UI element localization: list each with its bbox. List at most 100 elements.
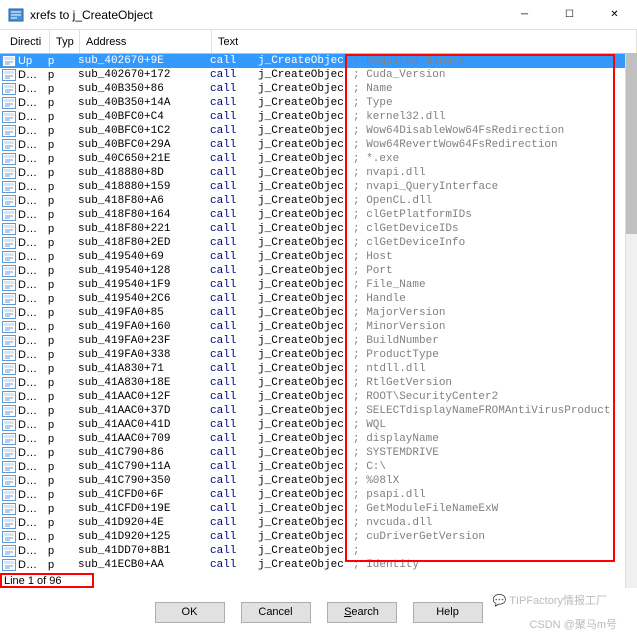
- header-direction[interactable]: Directi: [4, 30, 50, 53]
- table-row[interactable]: D…psub_419540+128callj_CreateObjec; Port: [0, 264, 625, 278]
- cancel-button[interactable]: Cancel: [241, 602, 311, 623]
- cell-address: sub_41CFD0+19E: [78, 503, 210, 515]
- cell-target: j_CreateObjec: [258, 405, 353, 417]
- table-row[interactable]: D…psub_419540+69callj_CreateObjec; Host: [0, 250, 625, 264]
- table-row[interactable]: D…psub_40B350+14Acallj_CreateObjec; Type: [0, 96, 625, 110]
- table-row[interactable]: D…psub_41A830+71callj_CreateObjec; ntdll…: [0, 362, 625, 376]
- cell-instr: call: [210, 531, 258, 543]
- cell-instr: call: [210, 447, 258, 459]
- table-row[interactable]: D…psub_41C790+350callj_CreateObjec; %08l…: [0, 474, 625, 488]
- table-row[interactable]: D…psub_419FA0+23Fcallj_CreateObjec; Buil…: [0, 334, 625, 348]
- cell-type: p: [48, 363, 78, 375]
- table-row[interactable]: D…psub_41C790+86callj_CreateObjec; SYSTE…: [0, 446, 625, 460]
- cell-target: j_CreateObjec: [258, 195, 353, 207]
- table-row[interactable]: D…psub_419540+2C6callj_CreateObjec; Hand…: [0, 292, 625, 306]
- scrollbar-thumb[interactable]: [626, 54, 637, 234]
- cell-target: j_CreateObjec: [258, 419, 353, 431]
- cell-string: ; displayName: [353, 433, 625, 445]
- table-row[interactable]: D…psub_41DD70+8B1callj_CreateObjec;: [0, 544, 625, 558]
- table-row[interactable]: D…psub_418880+159callj_CreateObjec; nvap…: [0, 180, 625, 194]
- xref-icon: [0, 195, 18, 207]
- cell-instr: call: [210, 433, 258, 445]
- table-row[interactable]: D…psub_40BFC0+C4callj_CreateObjec; kerne…: [0, 110, 625, 124]
- table-row[interactable]: D…psub_402670+172callj_CreateObjec; Cuda…: [0, 68, 625, 82]
- table-row[interactable]: D…psub_40C650+21Ecallj_CreateObjec; *.ex…: [0, 152, 625, 166]
- table-row[interactable]: D…psub_419FA0+85callj_CreateObjec; Major…: [0, 306, 625, 320]
- cell-type: p: [48, 97, 78, 109]
- maximize-button[interactable]: ☐: [547, 0, 592, 29]
- cell-address: sub_418880+8D: [78, 167, 210, 179]
- cell-direction: D…: [18, 209, 48, 221]
- cell-instr: call: [210, 335, 258, 347]
- table-row[interactable]: D…psub_418880+8Dcallj_CreateObjec; nvapi…: [0, 166, 625, 180]
- xref-icon: [0, 307, 18, 319]
- cell-string: ; Identity: [353, 559, 625, 571]
- cell-instr: call: [210, 195, 258, 207]
- table-row[interactable]: D…psub_41AAC0+709callj_CreateObjec; disp…: [0, 432, 625, 446]
- cell-direction: D…: [18, 433, 48, 445]
- header-text[interactable]: Text: [212, 30, 637, 53]
- cell-type: p: [48, 433, 78, 445]
- cell-string: ; %08lX: [353, 475, 625, 487]
- cell-instr: call: [210, 419, 258, 431]
- cell-instr: call: [210, 545, 258, 557]
- table-row[interactable]: D…psub_41AAC0+12Fcallj_CreateObjec; ROOT…: [0, 390, 625, 404]
- watermark-2: CSDN @聚马m号: [529, 616, 617, 632]
- table-row[interactable]: Uppsub_402670+9Ecallj_CreateObjec; Requi…: [0, 54, 625, 68]
- table-row[interactable]: D…psub_41AAC0+37Dcallj_CreateObjec; SELE…: [0, 404, 625, 418]
- cell-instr: call: [210, 321, 258, 333]
- search-button[interactable]: Search: [327, 602, 397, 623]
- cell-string: ; WQL: [353, 419, 625, 431]
- help-button[interactable]: Help: [413, 602, 483, 623]
- xref-icon: [0, 433, 18, 445]
- minimize-button[interactable]: ─: [502, 0, 547, 29]
- cell-target: j_CreateObjec: [258, 475, 353, 487]
- table-row[interactable]: D…psub_419FA0+338callj_CreateObjec; Prod…: [0, 348, 625, 362]
- table-row[interactable]: D…psub_419540+1F9callj_CreateObjec; File…: [0, 278, 625, 292]
- ok-button[interactable]: OK: [155, 602, 225, 623]
- cell-string: ; cuDriverGetVersion: [353, 531, 625, 543]
- table-row[interactable]: D…psub_41CFD0+19Ecallj_CreateObjec; GetM…: [0, 502, 625, 516]
- cell-address: sub_418F80+164: [78, 209, 210, 221]
- xref-list[interactable]: Uppsub_402670+9Ecallj_CreateObjec; Requi…: [0, 54, 625, 588]
- table-row[interactable]: D…psub_40BFC0+1C2callj_CreateObjec; Wow6…: [0, 124, 625, 138]
- cell-type: p: [48, 139, 78, 151]
- cell-type: p: [48, 111, 78, 123]
- cell-string: ; Host: [353, 251, 625, 263]
- table-row[interactable]: D…psub_41ECB0+AAcallj_CreateObjec; Ident…: [0, 558, 625, 572]
- xref-icon: [0, 139, 18, 151]
- table-row[interactable]: D…psub_419FA0+160callj_CreateObjec; Mino…: [0, 320, 625, 334]
- table-row[interactable]: D…psub_41CFD0+6Fcallj_CreateObjec; psapi…: [0, 488, 625, 502]
- cell-target: j_CreateObjec: [258, 321, 353, 333]
- xref-icon: [0, 503, 18, 515]
- close-button[interactable]: ✕: [592, 0, 637, 29]
- cell-type: p: [48, 181, 78, 193]
- cell-address: sub_41CFD0+6F: [78, 489, 210, 501]
- cell-string: ; clGetPlatformIDs: [353, 209, 625, 221]
- table-row[interactable]: D…psub_41D920+4Ecallj_CreateObjec; nvcud…: [0, 516, 625, 530]
- cell-instr: call: [210, 405, 258, 417]
- table-row[interactable]: D…psub_418F80+A6callj_CreateObjec; OpenC…: [0, 194, 625, 208]
- cell-address: sub_418F80+A6: [78, 195, 210, 207]
- header-type[interactable]: Typ: [50, 30, 80, 53]
- cell-address: sub_41D920+4E: [78, 517, 210, 529]
- scrollbar[interactable]: [625, 54, 637, 588]
- cell-direction: D…: [18, 181, 48, 193]
- table-row[interactable]: D…psub_40B350+86callj_CreateObjec; Name: [0, 82, 625, 96]
- cell-target: j_CreateObjec: [258, 349, 353, 361]
- table-row[interactable]: D…psub_418F80+2EDcallj_CreateObjec; clGe…: [0, 236, 625, 250]
- xref-icon: [0, 181, 18, 193]
- cell-string: ; Cuda_Version: [353, 69, 625, 81]
- table-row[interactable]: D…psub_41A830+18Ecallj_CreateObjec; RtlG…: [0, 376, 625, 390]
- table-row[interactable]: D…psub_41AAC0+41Dcallj_CreateObjec; WQL: [0, 418, 625, 432]
- table-row[interactable]: D…psub_40BFC0+29Acallj_CreateObjec; Wow6…: [0, 138, 625, 152]
- cell-instr: call: [210, 489, 258, 501]
- table-row[interactable]: D…psub_418F80+164callj_CreateObjec; clGe…: [0, 208, 625, 222]
- table-row[interactable]: D…psub_41C790+11Acallj_CreateObjec; C:\: [0, 460, 625, 474]
- table-row[interactable]: D…psub_41D920+125callj_CreateObjec; cuDr…: [0, 530, 625, 544]
- table-row[interactable]: D…psub_418F80+221callj_CreateObjec; clGe…: [0, 222, 625, 236]
- cell-string: ; Port: [353, 265, 625, 277]
- cell-instr: call: [210, 391, 258, 403]
- cell-address: sub_418880+159: [78, 181, 210, 193]
- header-address[interactable]: Address: [80, 30, 212, 53]
